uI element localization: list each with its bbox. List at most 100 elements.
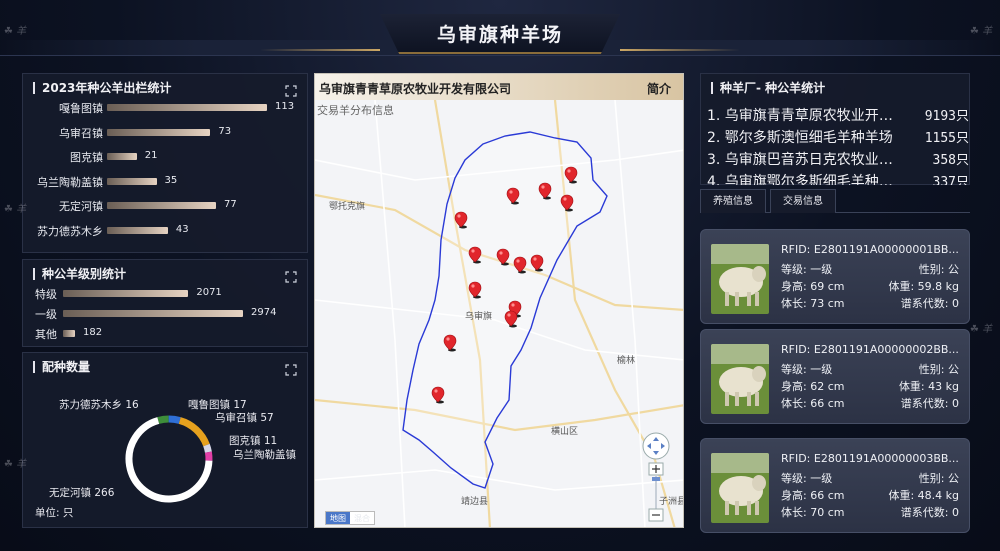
expand-icon[interactable]: [285, 268, 297, 283]
header: 乌审旗种羊场: [0, 0, 1000, 60]
place-wushenqi: 乌审旗: [465, 312, 493, 322]
sheep-card[interactable]: RFID: E2801191A00000002BB... 等级: 一级 性别: …: [700, 329, 970, 424]
zoom-control: [641, 431, 671, 527]
map-marker-icon[interactable]: [513, 256, 527, 274]
weight-text: 体重: 43 kg: [898, 380, 959, 393]
map-marker-icon[interactable]: [443, 334, 457, 352]
rfid-text: RFID: E2801191A00000003BB...: [781, 452, 959, 465]
map-marker-icon[interactable]: [564, 166, 578, 184]
gender-text: 性别: 公: [918, 472, 959, 485]
tab-trade-info[interactable]: 交易信息: [770, 189, 836, 213]
bar-value-label: 43: [175, 223, 189, 235]
bar-category-label: 嘎鲁图镇: [59, 102, 103, 115]
sheep-card[interactable]: RFID: E2801191A00000001BB... 等级: 一级 性别: …: [700, 229, 970, 324]
place-hengshan: 横山区: [551, 427, 579, 437]
bar[interactable]: [107, 226, 168, 234]
donut-label-tuke: 图克镇 11: [229, 435, 278, 447]
donut-slice[interactable]: [168, 415, 181, 424]
map-marker-icon[interactable]: [504, 310, 518, 328]
tab-breeding-info[interactable]: 养殖信息: [700, 189, 766, 213]
map-marker-icon[interactable]: [468, 246, 482, 264]
watermark: ☘ 羊: [970, 324, 993, 335]
intro-link[interactable]: 简介: [647, 80, 671, 97]
map-marker-icon[interactable]: [431, 386, 445, 404]
page-title: 乌审旗种羊场: [436, 24, 563, 46]
panel-breeding-count: 配种数量 苏力德苏木乡 16 嘎鲁图镇 17 乌审召镇 57 图克镇 11 乌兰…: [22, 352, 308, 528]
map-marker-icon[interactable]: [530, 254, 544, 272]
pan-control[interactable]: [642, 432, 670, 460]
map-marker-icon[interactable]: [454, 211, 468, 229]
gender-text: 性别: 公: [918, 363, 959, 376]
height-text: 身高: 69 cm: [781, 280, 845, 293]
watermark: ☘ 羊: [4, 26, 27, 37]
bar-value-label: 77: [224, 199, 237, 210]
height-text: 身高: 66 cm: [781, 489, 845, 502]
panel-grade-stats: 种公羊级别统计 特级 2071 一级 2974 其他 182: [22, 259, 308, 347]
rank-item[interactable]: 1. 乌审旗青青草原农牧业开发有限公司 9193只: [707, 105, 969, 127]
map-marker-icon[interactable]: [538, 182, 552, 200]
place-etuokeqi: 鄂托克旗: [329, 202, 366, 212]
map-marker-icon[interactable]: [506, 187, 520, 205]
bar-value-label: 35: [164, 174, 178, 186]
weight-text: 体重: 59.8 kg: [888, 280, 959, 293]
generation-text: 谱系代数: 0: [900, 297, 959, 310]
watermark: ☘ 羊: [970, 26, 993, 37]
map-marker-icon[interactable]: [468, 281, 482, 299]
sheep-photo: [711, 453, 769, 523]
rank-item[interactable]: 3. 乌审旗巴音苏日克农牧业公司 358只: [707, 149, 969, 171]
bar-value-label: 113: [275, 101, 295, 112]
panel-title: 种羊厂- 种公羊统计: [711, 82, 825, 94]
donut-label-wulan: 乌兰陶勒盖镇: [233, 449, 296, 461]
grade-text: 等级: 一级: [781, 363, 833, 376]
header-decoration-left: [260, 49, 380, 51]
bar[interactable]: [107, 153, 137, 160]
bar-value-label: 182: [83, 327, 103, 338]
donut-slice[interactable]: [178, 417, 210, 447]
panel-title: 2023年种公羊出栏统计: [33, 82, 171, 94]
unit-label: 单位: 只: [35, 507, 74, 519]
bar-category-label: 乌兰陶勒盖镇: [37, 175, 103, 189]
donut-slice[interactable]: [157, 415, 169, 424]
panel-ranking: 种羊厂- 种公羊统计 1. 乌审旗青青草原农牧业开发有限公司 9193只 2. …: [700, 73, 970, 185]
panel-title: 配种数量: [33, 361, 90, 373]
map-type-map[interactable]: 地图: [326, 512, 350, 524]
bar[interactable]: [107, 128, 211, 136]
bar-category-label: 其他: [35, 328, 57, 341]
bar[interactable]: [107, 104, 267, 111]
map-subtitle: 交易羊分布信息: [317, 104, 394, 117]
donut-slice[interactable]: [204, 451, 213, 461]
weight-text: 体重: 48.4 kg: [888, 489, 959, 502]
bar-category-label: 图克镇: [70, 151, 103, 164]
map-header: 乌审旗青青草原农牧业开发有限公司 简介: [315, 74, 683, 100]
rank-item[interactable]: 4. 乌审旗鄂尔多斯细毛羊种羊场 337只: [707, 171, 969, 185]
panel-title: 种公羊级别统计: [33, 268, 126, 280]
rfid-text: RFID: E2801191A00000002BB...: [781, 343, 959, 356]
map-marker-icon[interactable]: [496, 248, 510, 266]
expand-icon[interactable]: [285, 361, 297, 376]
expand-icon[interactable]: [285, 82, 297, 97]
generation-text: 谱系代数: 0: [900, 506, 959, 519]
header-decoration-right: [620, 49, 740, 51]
bar[interactable]: [107, 202, 217, 209]
rank-item[interactable]: 2. 鄂尔多斯澳恒细毛羊种羊场 1155只: [707, 127, 969, 149]
length-text: 体长: 73 cm: [781, 297, 845, 310]
map-canvas[interactable]: [315, 100, 684, 528]
bar[interactable]: [63, 330, 75, 337]
map-panel: 乌审旗青青草原农牧业开发有限公司 简介 交易羊分布信息 鄂托克旗 乌审旗 榆林 …: [314, 73, 684, 528]
bar[interactable]: [107, 177, 157, 185]
sheep-photo: [711, 344, 769, 414]
bar[interactable]: [63, 290, 189, 297]
donut-label-wushenzhao: 乌审召镇 57: [215, 412, 274, 424]
bar[interactable]: [63, 310, 243, 317]
info-tabs: 养殖信息 交易信息: [700, 189, 970, 213]
bar-value-label: 2974: [251, 307, 277, 318]
map-type-hybrid[interactable]: 混合: [350, 512, 374, 524]
sheep-card[interactable]: RFID: E2801191A00000003BB... 等级: 一级 性别: …: [700, 438, 970, 533]
donut-slice[interactable]: [203, 443, 212, 453]
sheep-photo: [711, 244, 769, 314]
bar-category-label: 无定河镇: [59, 200, 103, 213]
length-text: 体长: 70 cm: [781, 506, 845, 519]
generation-text: 谱系代数: 0: [900, 397, 959, 410]
map-type-toggle: 地图 混合: [325, 511, 375, 525]
map-marker-icon[interactable]: [560, 194, 574, 212]
